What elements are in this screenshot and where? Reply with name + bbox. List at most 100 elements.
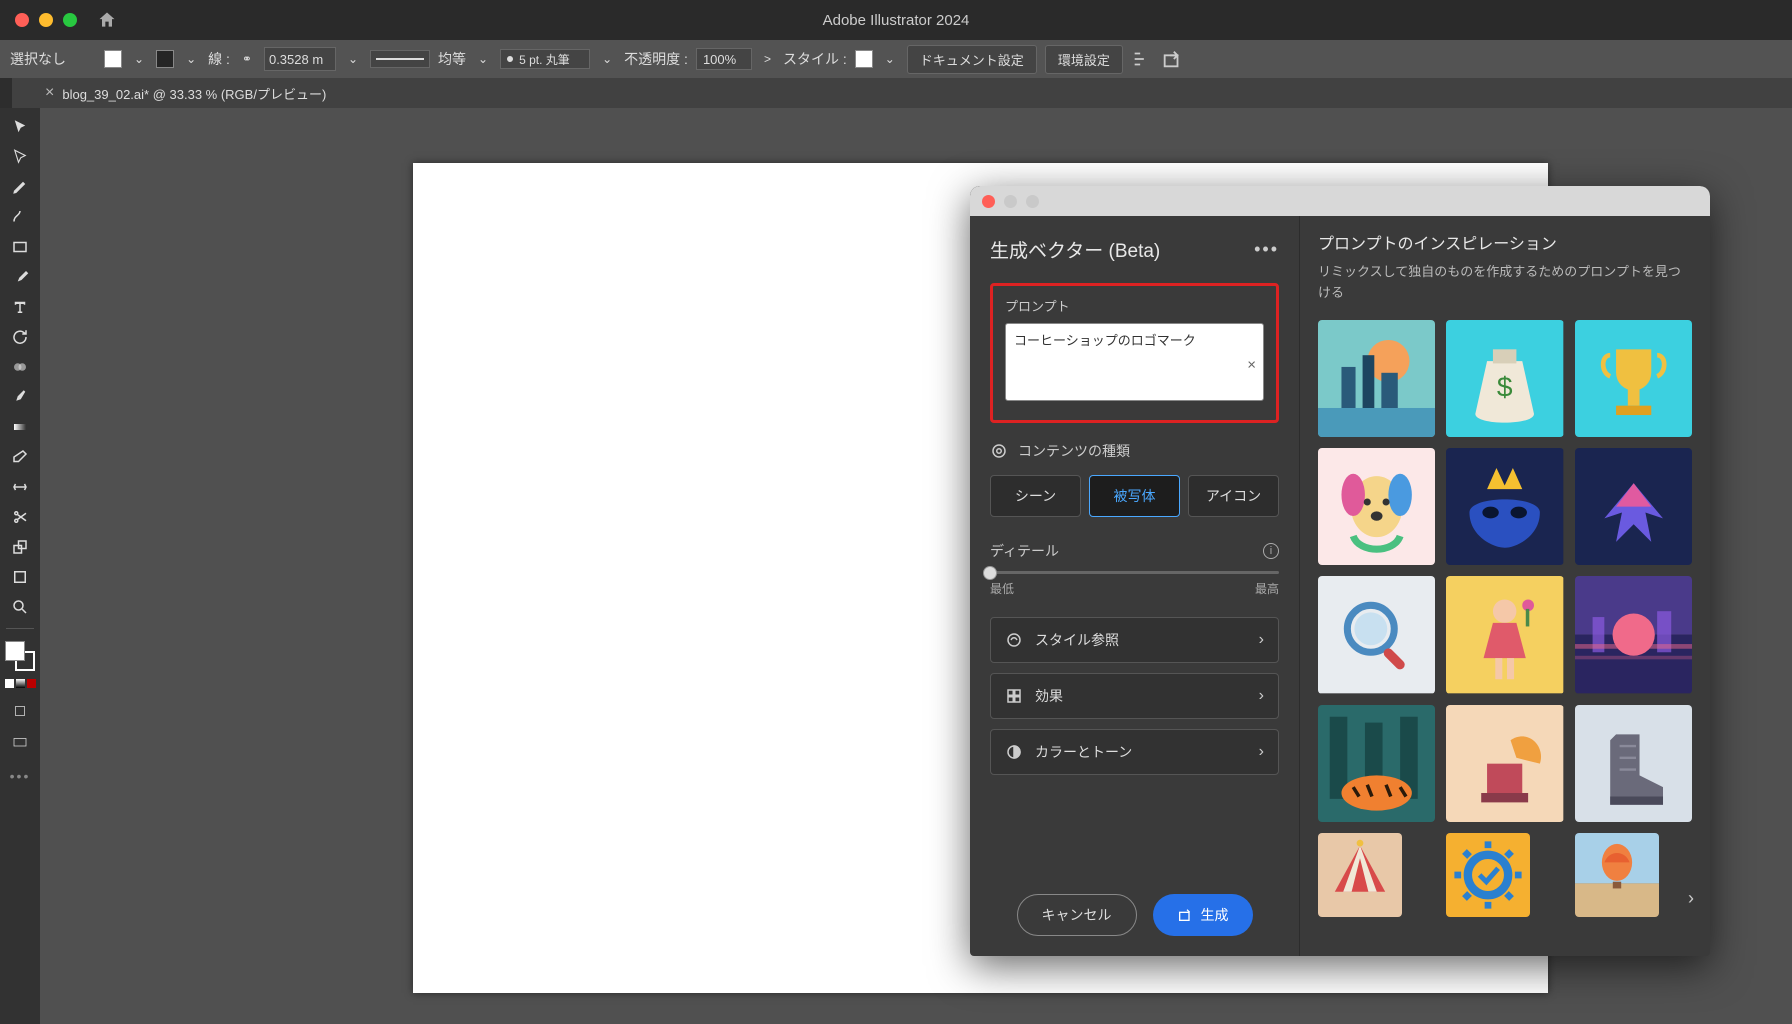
fill-swatch[interactable] xyxy=(104,50,122,68)
inspiration-thumb-city[interactable] xyxy=(1318,320,1435,437)
direct-selection-tool[interactable] xyxy=(6,144,34,170)
align-icon[interactable] xyxy=(1131,48,1153,70)
inspiration-thumb-magnifier[interactable] xyxy=(1318,576,1435,693)
eyedropper-tool[interactable] xyxy=(6,384,34,410)
scissors-tool[interactable] xyxy=(6,504,34,530)
inspiration-thumb-mask[interactable] xyxy=(1446,448,1563,565)
stroke-profile-preview[interactable] xyxy=(370,50,430,68)
stroke-profile-dropdown-icon[interactable]: ⌄ xyxy=(474,52,492,66)
style-reference-row[interactable]: スタイル参照 › xyxy=(990,617,1279,663)
inspiration-thumb-circus[interactable] xyxy=(1318,833,1402,917)
gradient-chip[interactable] xyxy=(16,679,25,688)
panel-maximize-button[interactable] xyxy=(1026,195,1039,208)
scale-tool[interactable] xyxy=(6,534,34,560)
shape-builder-tool[interactable] xyxy=(6,354,34,380)
inspiration-thumb-bird[interactable] xyxy=(1575,448,1692,565)
stroke-uniform-label: 均等 xyxy=(438,49,466,69)
slider-thumb[interactable] xyxy=(983,566,997,580)
preferences-button[interactable]: 環境設定 xyxy=(1045,45,1123,74)
minimize-window-button[interactable] xyxy=(39,13,53,27)
type-tool[interactable] xyxy=(6,294,34,320)
color-tone-row[interactable]: カラーとトーン › xyxy=(990,729,1279,775)
draw-mode-icon[interactable] xyxy=(6,698,34,724)
inspiration-thumb-sunset[interactable] xyxy=(1575,576,1692,693)
style-dropdown-icon[interactable]: ⌄ xyxy=(881,52,899,66)
grid-nav-icon[interactable]: › xyxy=(1688,888,1694,909)
stroke-swatch[interactable] xyxy=(156,50,174,68)
panel-menu-icon[interactable]: ••• xyxy=(1254,239,1279,260)
traffic-lights xyxy=(15,13,77,27)
document-tab-bar: × blog_39_02.ai* @ 33.33 % (RGB/プレビュー) xyxy=(0,78,1792,108)
stroke-swatch-dropdown-icon[interactable]: ⌄ xyxy=(182,52,200,66)
export-icon[interactable] xyxy=(1161,48,1183,70)
artboard-tool[interactable] xyxy=(6,564,34,590)
fill-stroke-control[interactable] xyxy=(5,641,35,671)
inspiration-thumb-dog[interactable] xyxy=(1318,448,1435,565)
rectangle-tool[interactable] xyxy=(6,234,34,260)
inspiration-thumb-boot[interactable] xyxy=(1575,705,1692,822)
inspiration-thumb-trophy[interactable] xyxy=(1575,320,1692,437)
opacity-input[interactable] xyxy=(696,48,752,70)
panel-close-button[interactable] xyxy=(982,195,995,208)
screen-mode-icon[interactable] xyxy=(6,730,34,756)
prompt-input[interactable] xyxy=(1005,323,1264,401)
panel-left-column: 生成ベクター (Beta) ••• プロンプト × コンテンツの種類 シーン 被… xyxy=(970,216,1300,956)
panel-minimize-button[interactable] xyxy=(1004,195,1017,208)
eraser-tool[interactable] xyxy=(6,444,34,470)
tab-title: blog_39_02.ai* @ 33.33 % (RGB/プレビュー) xyxy=(62,84,326,103)
stroke-width-dropdown-icon[interactable]: ⌄ xyxy=(344,52,362,66)
maximize-window-button[interactable] xyxy=(63,13,77,27)
color-tone-icon xyxy=(1005,743,1023,761)
inspiration-thumb-tiger[interactable] xyxy=(1318,705,1435,822)
document-setup-button[interactable]: ドキュメント設定 xyxy=(907,45,1037,74)
brush-preview[interactable]: 5 pt. 丸筆 xyxy=(500,49,590,69)
style-label: スタイル : xyxy=(783,49,847,69)
brush-dropdown-icon[interactable]: ⌄ xyxy=(598,52,616,66)
close-tab-icon[interactable]: × xyxy=(45,84,54,102)
fill-box[interactable] xyxy=(5,641,25,661)
panel-header: 生成ベクター (Beta) ••• xyxy=(990,236,1279,263)
inspiration-thumb-girl[interactable] xyxy=(1446,576,1563,693)
edit-toolbar-icon[interactable]: ••• xyxy=(10,768,31,784)
pen-tool[interactable] xyxy=(6,174,34,200)
content-type-scene[interactable]: シーン xyxy=(990,475,1081,517)
cancel-button[interactable]: キャンセル xyxy=(1017,894,1137,936)
selection-tool[interactable] xyxy=(6,114,34,140)
fill-dropdown-icon[interactable]: ⌄ xyxy=(130,52,148,66)
gradient-tool[interactable] xyxy=(6,414,34,440)
style-reference-label: スタイル参照 xyxy=(1035,630,1119,650)
generate-button[interactable]: 生成 xyxy=(1153,894,1253,936)
info-icon[interactable]: i xyxy=(1263,543,1279,559)
rotate-tool[interactable] xyxy=(6,324,34,350)
none-chip[interactable] xyxy=(27,679,36,688)
screen-mode-icons xyxy=(6,698,34,756)
content-type-subject[interactable]: 被写体 xyxy=(1089,475,1180,517)
close-window-button[interactable] xyxy=(15,13,29,27)
clear-prompt-icon[interactable]: × xyxy=(1247,356,1256,373)
detail-min-label: 最低 xyxy=(990,580,1014,597)
prompt-input-wrap: × xyxy=(1005,323,1264,406)
detail-slider[interactable] xyxy=(990,571,1279,574)
zoom-tool[interactable] xyxy=(6,594,34,620)
curvature-tool[interactable] xyxy=(6,204,34,230)
panel-titlebar[interactable] xyxy=(970,186,1710,216)
style-swatch[interactable] xyxy=(855,50,873,68)
control-bar: 選択なし ⌄ ⌄ 線 : ⚭ ⌄ 均等 ⌄ 5 pt. 丸筆 ⌄ 不透明度 : … xyxy=(0,40,1792,78)
inspiration-thumb-gear[interactable] xyxy=(1446,833,1530,917)
color-chip[interactable] xyxy=(5,679,14,688)
inspiration-thumb-moneybag[interactable]: $ xyxy=(1446,320,1563,437)
effects-row[interactable]: 効果 › xyxy=(990,673,1279,719)
width-tool[interactable] xyxy=(6,474,34,500)
content-type-icon[interactable]: アイコン xyxy=(1188,475,1279,517)
inspiration-thumb-balloon[interactable] xyxy=(1575,833,1659,917)
home-icon[interactable] xyxy=(97,10,117,30)
inspiration-thumb-gramophone[interactable] xyxy=(1446,705,1563,822)
opacity-dropdown-icon[interactable]: > xyxy=(760,52,775,66)
panel-strip[interactable] xyxy=(0,78,12,108)
tools-panel: ••• xyxy=(0,108,40,784)
document-tab[interactable]: × blog_39_02.ai* @ 33.33 % (RGB/プレビュー) xyxy=(45,84,326,103)
paintbrush-tool[interactable] xyxy=(6,264,34,290)
stroke-width-input[interactable] xyxy=(264,47,336,71)
link-icon[interactable]: ⚭ xyxy=(238,52,256,66)
content-type-label: コンテンツの種類 xyxy=(1018,441,1130,461)
